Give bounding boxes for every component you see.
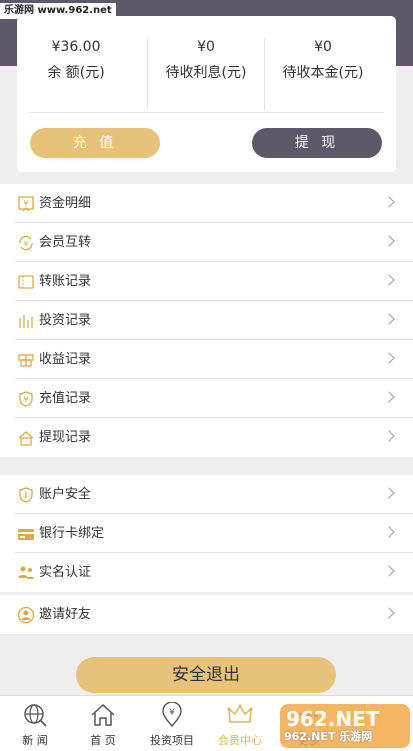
- charge-button[interactable]: 充 值: [30, 128, 160, 158]
- crown-icon: [227, 704, 253, 723]
- menu-item-transfer-records[interactable]: 转账记录: [15, 262, 413, 301]
- shield-icon: [19, 487, 33, 503]
- menu-group-account: 账户安全 银行卡绑定 实名认证: [0, 475, 413, 592]
- menu-item-member-transfer[interactable]: ¥ 会员互转: [15, 223, 413, 262]
- menu-item-label: 投资记录: [39, 313, 92, 328]
- menu-item-label: 会员互转: [39, 235, 92, 250]
- yen-shield-icon: ¥: [19, 391, 33, 407]
- menu-item-label: 资金明细: [39, 196, 92, 211]
- menu-item-label: 提现记录: [39, 430, 92, 445]
- chevron-right-icon: [383, 487, 395, 499]
- menu-item-label: 银行卡绑定: [39, 526, 105, 541]
- menu-item-invite-friends[interactable]: 邀请好友: [15, 595, 413, 634]
- menu-item-income-records[interactable]: 收益记录: [15, 340, 413, 379]
- globe-icon: [24, 704, 47, 727]
- home-icon: [91, 703, 115, 726]
- tab-label: 投资项目: [150, 734, 194, 747]
- chevron-right-icon: [383, 430, 395, 442]
- chevron-right-icon: [383, 235, 395, 247]
- menu-item-label: 充值记录: [39, 391, 92, 406]
- svg-text:¥: ¥: [24, 240, 29, 248]
- chevron-right-icon: [383, 391, 395, 403]
- svg-text:¥: ¥: [169, 708, 175, 718]
- transfer-cycle-icon: ¥: [19, 235, 33, 251]
- tab-investment-projects[interactable]: ¥ 投资项目: [139, 696, 205, 751]
- menu-item-label: 收益记录: [39, 352, 92, 367]
- pending-interest-label: 待收利息(元): [165, 65, 247, 81]
- pending-principal-label: 待收本金(元): [282, 65, 364, 81]
- menu-item-account-security[interactable]: 账户安全: [15, 475, 413, 514]
- gift-box-icon: [18, 354, 34, 367]
- account-card: ¥36.00 余 额(元) ¥0 待收利息(元) ¥0 待收本金(元) 充 值 …: [17, 16, 396, 172]
- menu-item-withdraw-records[interactable]: 提现记录: [15, 418, 413, 457]
- menu-item-charge-records[interactable]: ¥ 充值记录: [15, 379, 413, 418]
- menu-item-bank-card-binding[interactable]: 银行卡绑定: [15, 514, 413, 553]
- menu-item-label: 实名认证: [39, 565, 92, 580]
- menu-item-label: 账户安全: [39, 487, 92, 502]
- bar-chart-icon: [19, 315, 33, 328]
- chevron-right-icon: [383, 352, 395, 364]
- yen-pin-icon: ¥: [162, 702, 182, 728]
- watermark-bottom-text: 962.NET 乐游网: [284, 730, 373, 743]
- chevron-right-icon: [383, 313, 395, 325]
- tab-home[interactable]: 首 页: [70, 696, 136, 751]
- pending-principal-stat: ¥0 待收本金(元): [264, 38, 382, 82]
- chevron-right-icon: [383, 565, 395, 577]
- tab-label: 首 页: [90, 734, 116, 747]
- tab-member-center[interactable]: 会员中心: [207, 696, 273, 751]
- logout-button[interactable]: 安全退出: [76, 657, 336, 693]
- menu-item-fund-details[interactable]: ¥ 资金明细: [15, 184, 413, 223]
- person-icon: [17, 606, 35, 624]
- pending-interest-stat: ¥0 待收利息(元): [147, 38, 265, 82]
- menu-item-real-name-auth[interactable]: 实名认证: [15, 553, 413, 592]
- menu-group-invite: 邀请好友: [0, 595, 413, 634]
- menu-item-investment-records[interactable]: 投资记录: [15, 301, 413, 340]
- tab-news[interactable]: 新 闻: [2, 696, 68, 751]
- menu-group-records: ¥ 资金明细 ¥ 会员互转 转账记录 投资记录 收益记录 ¥ 充值记录 提现记录: [0, 184, 413, 457]
- ticket-icon: [18, 275, 34, 289]
- withdraw-button[interactable]: 提 现: [252, 128, 382, 158]
- chevron-right-icon: [383, 526, 395, 538]
- tab-label: 会员中心: [218, 734, 262, 747]
- pending-principal-value: ¥0: [314, 39, 332, 55]
- house-icon: [18, 431, 34, 446]
- users-icon: [18, 566, 34, 579]
- pending-interest-value: ¥0: [197, 39, 215, 55]
- balance-value: ¥36.00: [51, 39, 101, 55]
- ledger-icon: ¥: [18, 196, 34, 212]
- menu-item-label: 邀请好友: [39, 607, 92, 622]
- svg-text:¥: ¥: [23, 395, 28, 404]
- menu-item-label: 转账记录: [39, 274, 92, 289]
- watermark-bottom: 962.NET 962.NET 乐游网: [278, 700, 413, 751]
- chevron-right-icon: [383, 196, 395, 208]
- balance-label: 余 额(元): [47, 65, 105, 81]
- tab-label: 新 闻: [22, 734, 48, 747]
- card-divider: [29, 112, 384, 113]
- chevron-right-icon: [383, 274, 395, 286]
- chevron-right-icon: [383, 607, 395, 619]
- svg-text:¥: ¥: [23, 199, 28, 208]
- balance-stat: ¥36.00 余 额(元): [17, 38, 135, 82]
- bank-card-icon: [18, 529, 34, 540]
